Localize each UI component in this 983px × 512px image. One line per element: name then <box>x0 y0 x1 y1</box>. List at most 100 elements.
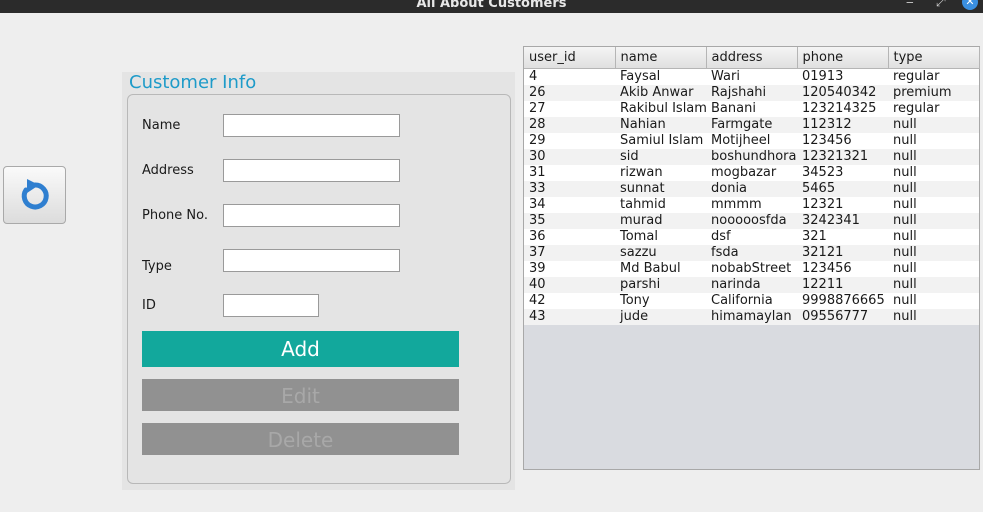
table-cell: 4 <box>524 68 615 85</box>
add-button[interactable]: Add <box>142 331 459 367</box>
table-cell: 43 <box>524 308 615 325</box>
table-cell: 37 <box>524 244 615 261</box>
table-row[interactable]: 30 sid boshundhora 12321321 null <box>524 148 979 165</box>
table-cell: sid <box>615 148 706 165</box>
column-header-type[interactable]: type <box>888 47 980 69</box>
table-cell: California <box>706 292 797 309</box>
table-cell: null <box>888 148 979 165</box>
table-cell: sazzu <box>615 244 706 261</box>
table-cell: 27 <box>524 100 615 117</box>
table-row[interactable]: 35 murad nooooosfda 3242341 null <box>524 212 979 229</box>
table-cell: 32121 <box>797 244 888 261</box>
table-row[interactable]: 27 Rakibul Islam Banani 123214325 regular <box>524 100 979 117</box>
table-cell: murad <box>615 212 706 229</box>
table-row[interactable]: 4 Faysal Wari 01913 regular <box>524 68 979 85</box>
table-row[interactable]: 29 Samiul Islam Motijheel 123456 null <box>524 132 979 149</box>
address-label: Address <box>142 163 194 178</box>
phone-field[interactable] <box>223 204 400 227</box>
table-cell: Banani <box>706 100 797 117</box>
table-cell: 123214325 <box>797 100 888 117</box>
table-row[interactable]: 40 parshi narinda 12211 null <box>524 276 979 293</box>
table-cell: 29 <box>524 132 615 149</box>
type-label: Type <box>142 259 172 274</box>
table-cell: null <box>888 196 979 213</box>
refresh-icon <box>21 179 49 210</box>
table-cell: Tony <box>615 292 706 309</box>
table-cell: 40 <box>524 276 615 293</box>
table-cell: 9998876665 <box>797 292 888 309</box>
delete-button[interactable]: Delete <box>142 423 459 455</box>
table-cell: null <box>888 116 979 133</box>
table-cell: null <box>888 292 979 309</box>
table-cell: Wari <box>706 68 797 85</box>
id-field[interactable] <box>223 294 319 317</box>
table-cell: regular <box>888 100 979 117</box>
column-header-name[interactable]: name <box>615 47 707 69</box>
table-cell: 28 <box>524 116 615 133</box>
table-cell: 35 <box>524 212 615 229</box>
window-titlebar: All About Customers ‒ ⤢ ✕ <box>0 0 983 13</box>
table-cell: jude <box>615 308 706 325</box>
table-cell: 31 <box>524 164 615 181</box>
table-cell: nobabStreet <box>706 260 797 277</box>
edit-button[interactable]: Edit <box>142 379 459 411</box>
table-cell: Rakibul Islam <box>615 100 706 117</box>
table-cell: boshundhora <box>706 148 797 165</box>
table-cell: null <box>888 164 979 181</box>
table-cell: Md Babul <box>615 260 706 277</box>
name-field[interactable] <box>223 114 400 137</box>
table-row[interactable]: 43 jude himamaylan 09556777 null <box>524 308 979 325</box>
table-cell: null <box>888 212 979 229</box>
customers-table[interactable]: user_id name address phone type 4 Faysal Wari 0… <box>523 46 980 470</box>
table-row[interactable]: 31 rizwan mogbazar 34523 null <box>524 164 979 181</box>
table-cell: 39 <box>524 260 615 277</box>
table-cell: Faysal <box>615 68 706 85</box>
table-cell: null <box>888 308 979 325</box>
table-cell: 36 <box>524 228 615 245</box>
column-header-address[interactable]: address <box>706 47 798 69</box>
table-row[interactable]: 37 sazzu fsda 32121 null <box>524 244 979 261</box>
table-row[interactable]: 28 Nahian Farmgate 112312 null <box>524 116 979 133</box>
column-header-user-id[interactable]: user_id <box>524 47 616 69</box>
table-cell: 34523 <box>797 164 888 181</box>
panel-title: Customer Info <box>129 72 257 93</box>
table-cell: 12321 <box>797 196 888 213</box>
table-cell: donia <box>706 180 797 197</box>
table-cell: null <box>888 260 979 277</box>
table-cell: parshi <box>615 276 706 293</box>
table-row[interactable]: 33 sunnat donia 5465 null <box>524 180 979 197</box>
table-cell: nooooosfda <box>706 212 797 229</box>
table-cell: 12211 <box>797 276 888 293</box>
column-header-phone[interactable]: phone <box>797 47 889 69</box>
table-cell: 26 <box>524 84 615 101</box>
table-cell: Nahian <box>615 116 706 133</box>
table-cell: 120540342 <box>797 84 888 101</box>
address-field[interactable] <box>223 159 400 182</box>
table-cell: regular <box>888 68 979 85</box>
minimize-icon[interactable]: ‒ <box>906 0 914 9</box>
table-cell: Tomal <box>615 228 706 245</box>
table-cell: null <box>888 180 979 197</box>
table-cell: 12321321 <box>797 148 888 165</box>
table-cell: 3242341 <box>797 212 888 229</box>
table-row[interactable]: 26 Akib Anwar Rajshahi 120540342 premium <box>524 84 979 101</box>
table-cell: 34 <box>524 196 615 213</box>
table-cell: Motijheel <box>706 132 797 149</box>
table-cell: Rajshahi <box>706 84 797 101</box>
type-field[interactable] <box>223 249 400 272</box>
table-cell: 42 <box>524 292 615 309</box>
table-body: 4 Faysal Wari 01913 regular 26 Akib Anwar Rajsh… <box>524 68 979 325</box>
table-cell: Farmgate <box>706 116 797 133</box>
table-row[interactable]: 39 Md Babul nobabStreet 123456 null <box>524 260 979 277</box>
refresh-button[interactable] <box>3 166 66 224</box>
table-cell: mmmm <box>706 196 797 213</box>
table-cell: mogbazar <box>706 164 797 181</box>
table-cell: 01913 <box>797 68 888 85</box>
table-row[interactable]: 34 tahmid mmmm 12321 null <box>524 196 979 213</box>
maximize-icon[interactable]: ⤢ <box>936 0 946 10</box>
table-cell: 321 <box>797 228 888 245</box>
table-row[interactable]: 36 Tomal dsf 321 null <box>524 228 979 245</box>
table-cell: 09556777 <box>797 308 888 325</box>
table-row[interactable]: 42 Tony California 9998876665 null <box>524 292 979 309</box>
table-cell: 123456 <box>797 260 888 277</box>
